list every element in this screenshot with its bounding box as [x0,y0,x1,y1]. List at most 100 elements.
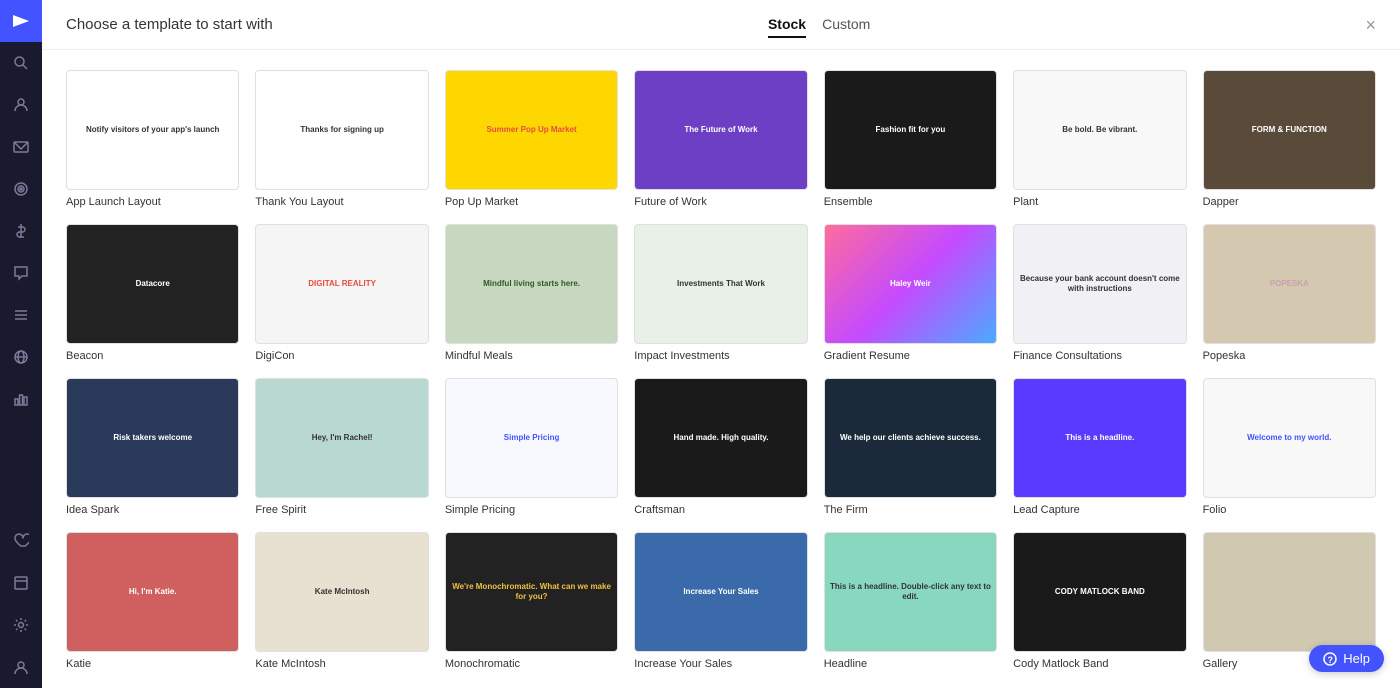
template-item[interactable]: Kate McIntosh Kate McIntosh [255,532,428,670]
template-preview-text: Welcome to my world. [1247,433,1331,443]
template-name-label: The Firm [824,504,997,516]
template-preview-text: Simple Pricing [504,433,560,443]
template-item[interactable]: CODY MATLOCK BANDCody Matlock Band [1013,532,1186,670]
template-item[interactable]: FORM & FUNCTIONDapper [1203,70,1376,208]
settings-nav-icon[interactable] [0,604,42,646]
template-thumbnail: The Future of Work [634,70,807,190]
chart-nav-icon[interactable] [0,378,42,420]
template-preview-text: Haley Weir [890,279,931,289]
close-button[interactable]: × [1365,16,1376,34]
template-item[interactable]: Because your bank account doesn't come w… [1013,224,1186,362]
header-tabs: Stock Custom [768,12,870,38]
contacts-nav-icon[interactable] [0,84,42,126]
template-thumbnail: This is a headline. [1013,378,1186,498]
template-preview-text: Mindful living starts here. [483,279,580,289]
list-nav-icon[interactable] [0,294,42,336]
template-thumbnail: This is a headline. Double-click any tex… [824,532,997,652]
template-thumbnail: Hand made. High quality. [634,378,807,498]
heart-nav-icon[interactable] [0,520,42,562]
template-item[interactable]: Haley Weir Gradient Resume [824,224,997,362]
dollar-nav-icon[interactable] [0,210,42,252]
template-thumbnail: Fashion fit for you [824,70,997,190]
template-name-label: Free Spirit [255,504,428,516]
nav-toggle-button[interactable] [0,0,42,42]
help-icon: ? [1323,652,1337,666]
template-name-label: Kate McIntosh [255,658,428,670]
tab-stock[interactable]: Stock [768,12,806,38]
main-content: Choose a template to start with Stock Cu… [42,0,1400,688]
template-preview-text: We help our clients achieve success. [840,433,981,443]
template-item[interactable]: Fashion fit for youEnsemble [824,70,997,208]
email-nav-icon[interactable] [0,126,42,168]
template-item[interactable]: Hey, I'm Rachel! Free Spirit [255,378,428,516]
help-label: Help [1343,651,1370,666]
template-preview-text: Risk takers welcome [113,433,192,443]
template-name-label: Dapper [1203,196,1376,208]
template-item[interactable]: Notify visitors of your app's launch App … [66,70,239,208]
template-item[interactable]: Risk takers welcome Idea Spark [66,378,239,516]
header: Choose a template to start with Stock Cu… [42,0,1400,50]
template-item[interactable]: Simple Pricing Simple Pricing [445,378,618,516]
template-name-label: Pop Up Market [445,196,618,208]
template-name-label: DigiCon [255,350,428,362]
template-name-label: Finance Consultations [1013,350,1186,362]
template-thumbnail: Hey, I'm Rachel! [255,378,428,498]
template-preview-text: Thanks for signing up [300,125,384,135]
template-preview-text: Be bold. Be vibrant. [1062,125,1137,135]
template-thumbnail: DIGITAL REALITY [255,224,428,344]
template-item[interactable]: Mindful living starts here. Mindful Meals [445,224,618,362]
template-preview-text: Hand made. High quality. [674,433,769,443]
target-nav-icon[interactable] [0,168,42,210]
pages-nav-icon[interactable] [0,562,42,604]
template-item[interactable]: The Future of Work Future of Work [634,70,807,208]
template-item[interactable]: We're Monochromatic. What can we make fo… [445,532,618,670]
help-button[interactable]: ? Help [1309,645,1384,672]
template-name-label: Folio [1203,504,1376,516]
template-item[interactable]: This is a headline. Lead Capture [1013,378,1186,516]
template-item[interactable]: DatacoreBeacon [66,224,239,362]
user-nav-icon[interactable] [0,646,42,688]
tab-custom[interactable]: Custom [822,12,870,38]
chat-nav-icon[interactable] [0,252,42,294]
template-preview-text: Notify visitors of your app's launch [86,125,219,135]
template-preview-text: Increase Your Sales [683,587,758,597]
template-thumbnail: Investments That Work [634,224,807,344]
template-name-label: Idea Spark [66,504,239,516]
search-nav-icon[interactable] [0,42,42,84]
template-item[interactable]: Investments That WorkImpact Investments [634,224,807,362]
template-thumbnail: Increase Your Sales [634,532,807,652]
template-thumbnail: Risk takers welcome [66,378,239,498]
template-name-label: Mindful Meals [445,350,618,362]
template-name-label: Plant [1013,196,1186,208]
template-preview-text: This is a headline. Double-click any tex… [829,582,992,603]
template-item[interactable]: We help our clients achieve success. The … [824,378,997,516]
template-preview-text: The Future of Work [684,125,757,135]
template-thumbnail: Summer Pop Up Market [445,70,618,190]
template-preview-text: Kate McIntosh [315,587,370,597]
template-item[interactable]: Be bold. Be vibrant. Plant [1013,70,1186,208]
template-grid: Notify visitors of your app's launch App … [42,50,1400,688]
template-name-label: Cody Matlock Band [1013,658,1186,670]
template-thumbnail [1203,532,1376,652]
template-name-label: Popeska [1203,350,1376,362]
template-item[interactable]: Thanks for signing upThank You Layout [255,70,428,208]
template-preview-text: Hey, I'm Rachel! [312,433,373,443]
template-item[interactable]: Increase Your SalesIncrease Your Sales [634,532,807,670]
template-item[interactable]: Welcome to my world. Folio [1203,378,1376,516]
template-item[interactable]: Hi, I'm Katie.Katie [66,532,239,670]
template-name-label: Lead Capture [1013,504,1186,516]
sidebar [0,0,42,688]
template-thumbnail: Haley Weir [824,224,997,344]
template-thumbnail: Mindful living starts here. [445,224,618,344]
template-item[interactable]: Hand made. High quality.Craftsman [634,378,807,516]
template-name-label: App Launch Layout [66,196,239,208]
template-name-label: Simple Pricing [445,504,618,516]
template-thumbnail: Be bold. Be vibrant. [1013,70,1186,190]
template-item[interactable]: DIGITAL REALITY DigiCon [255,224,428,362]
globe-nav-icon[interactable] [0,336,42,378]
template-item[interactable]: POPESKAPopeska [1203,224,1376,362]
template-name-label: Future of Work [634,196,807,208]
template-item[interactable]: This is a headline. Double-click any tex… [824,532,997,670]
template-item[interactable]: Summer Pop Up Market Pop Up Market [445,70,618,208]
template-name-label: Gradient Resume [824,350,997,362]
